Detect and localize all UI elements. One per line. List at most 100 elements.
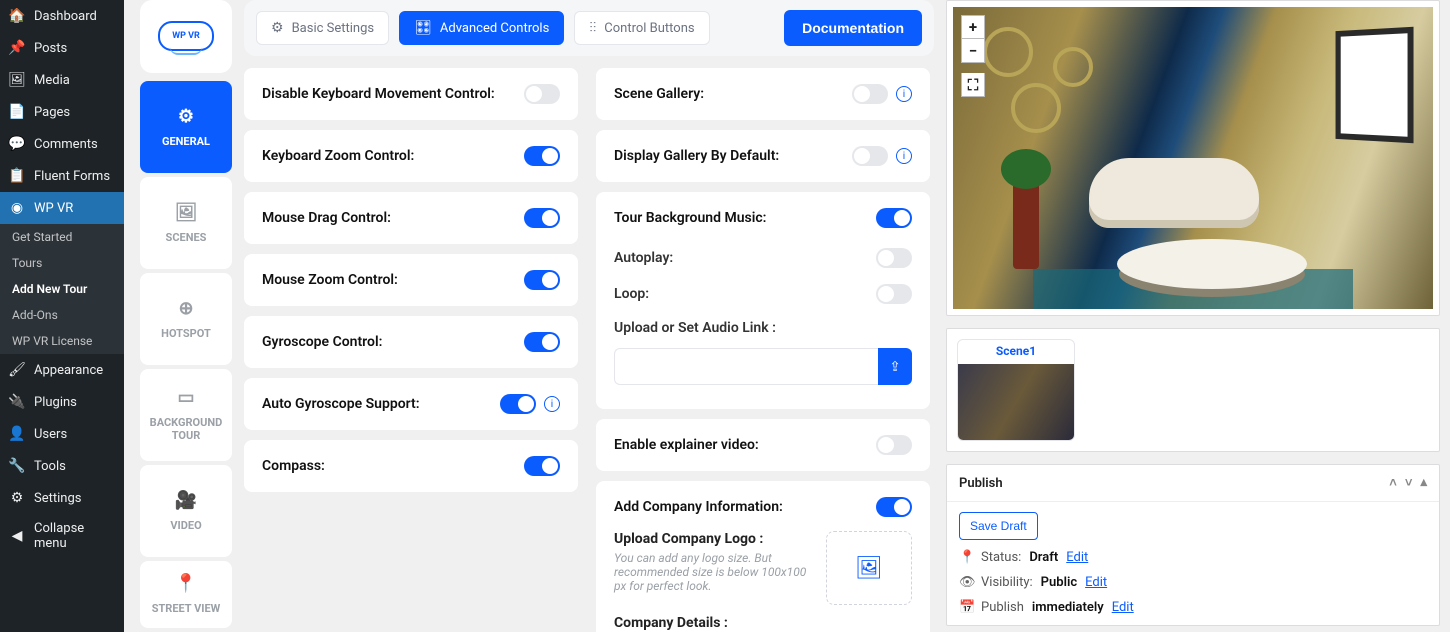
menu-pages[interactable]: 📄Pages [0, 96, 124, 128]
setting-mouse-drag: Mouse Drag Control: [244, 192, 578, 244]
submenu-add-new-tour[interactable]: Add New Tour [0, 276, 124, 302]
zoom-in-button[interactable]: + [961, 15, 985, 39]
toggle-keyboard-zoom[interactable] [524, 146, 560, 166]
menu-plugins[interactable]: 🔌Plugins [0, 386, 124, 418]
submenu-license[interactable]: WP VR License [0, 328, 124, 354]
toggle-auto-gyroscope[interactable] [500, 394, 536, 414]
eye-icon: 👁 [959, 575, 973, 590]
setting-keyboard-zoom: Keyboard Zoom Control: [244, 130, 578, 182]
menu-collapse[interactable]: ◀Collapse menu [0, 514, 124, 558]
menu-label: Appearance [34, 363, 103, 378]
menu-dashboard[interactable]: 🏠Dashboard [0, 0, 124, 32]
toggle-autoplay[interactable] [876, 248, 912, 268]
toggle-scene-gallery[interactable] [852, 84, 888, 104]
preview-decor [983, 27, 1033, 77]
vtab-general[interactable]: ⚙GENERAL [140, 81, 232, 173]
tab-advanced-controls[interactable]: 🎛Advanced Controls [399, 11, 564, 45]
edit-publish-link[interactable]: Edit [1112, 600, 1134, 615]
submenu-get-started[interactable]: Get Started [0, 224, 124, 250]
vtab-label: BACKGROUND TOUR [140, 416, 232, 442]
toggle-loop[interactable] [876, 284, 912, 304]
dashboard-icon: 🏠 [8, 7, 26, 25]
setting-display-gallery-default: Display Gallery By Default: i [596, 130, 930, 182]
vtab-street-view[interactable]: 📍STREET VIEW [140, 561, 232, 628]
toggle-mouse-drag[interactable] [524, 208, 560, 228]
menu-settings[interactable]: ⚙Settings [0, 482, 124, 514]
layers-icon: ▭ [177, 387, 194, 408]
menu-label: Comments [34, 137, 98, 152]
settings-icon: ⚙ [8, 489, 26, 507]
toggle-mouse-zoom[interactable] [524, 270, 560, 290]
edit-status-link[interactable]: Edit [1066, 550, 1088, 565]
publish-metabox: Publish ˄ ˅ ▴ Save Draft 📍 Status: Draft… [946, 464, 1440, 626]
setting-label: Upload or Set Audio Link : [614, 320, 912, 336]
tab-control-buttons[interactable]: ⫶⫶Control Buttons [574, 11, 709, 45]
edit-visibility-link[interactable]: Edit [1085, 575, 1107, 590]
chevron-down-icon[interactable]: ˅ [1405, 475, 1413, 491]
tab-label: Advanced Controls [440, 21, 549, 36]
menu-appearance[interactable]: 🖌 Appearance [0, 354, 124, 386]
preview-viewport[interactable]: + − ⛶ [953, 7, 1433, 309]
preview-decor [1013, 179, 1039, 269]
upload-logo-box[interactable]: 🖼 [826, 531, 912, 605]
vtab-hotspot[interactable]: ⊕HOTSPOT [140, 273, 232, 365]
menu-users[interactable]: 👤Users [0, 418, 124, 450]
gear-icon: ⚙ [178, 106, 194, 127]
sliders-icon: ⚙ [271, 20, 284, 36]
audio-link-input[interactable] [614, 348, 878, 385]
caret-up-icon[interactable]: ▴ [1420, 475, 1427, 491]
menu-fluent-forms[interactable]: 📋Fluent Forms [0, 160, 124, 192]
documentation-button[interactable]: Documentation [784, 10, 922, 46]
vtab-label: STREET VIEW [152, 602, 221, 615]
chevron-up-icon[interactable]: ˄ [1389, 475, 1397, 491]
zoom-out-button[interactable]: − [961, 39, 985, 63]
toggle-disable-keyboard-movement[interactable] [524, 84, 560, 104]
info-icon[interactable]: i [896, 86, 912, 102]
users-icon: 👤 [8, 425, 26, 443]
toggle-tour-bg-music[interactable] [876, 208, 912, 228]
setting-label: Enable explainer video: [614, 437, 759, 453]
toggle-company-info[interactable] [876, 497, 912, 517]
info-icon[interactable]: i [544, 396, 560, 412]
wp-admin-sidebar: 🏠Dashboard 📌Posts 🖼Media 📄Pages 💬Comment… [0, 0, 124, 632]
menu-posts[interactable]: 📌Posts [0, 32, 124, 64]
collapse-icon: ◀ [8, 527, 26, 545]
toggle-compass[interactable] [524, 456, 560, 476]
appearance-icon: 🖌 [8, 361, 26, 379]
status-value: Draft [1029, 550, 1058, 565]
menu-label: Plugins [34, 395, 77, 410]
target-icon: ⊕ [178, 298, 193, 319]
toggle-display-gallery-default[interactable] [852, 146, 888, 166]
toggle-gyroscope[interactable] [524, 332, 560, 352]
vtab-scenes[interactable]: 🖼SCENES [140, 177, 232, 269]
tools-icon: 🔧 [8, 457, 26, 475]
setting-label: Auto Gyroscope Support: [262, 396, 420, 412]
vtab-label: VIDEO [170, 519, 201, 532]
pages-icon: 📄 [8, 103, 26, 121]
vtab-video[interactable]: 🎥VIDEO [140, 465, 232, 557]
upload-audio-button[interactable]: ⇪ [878, 348, 912, 385]
save-draft-button[interactable]: Save Draft [959, 512, 1038, 540]
menu-label: Tools [34, 459, 66, 474]
menu-wp-vr[interactable]: ◉WP VR [0, 192, 124, 224]
tab-label: Control Buttons [604, 21, 694, 36]
media-icon: 🖼 [8, 71, 26, 89]
scene-card[interactable]: Scene1 [957, 339, 1075, 441]
vtab-background-tour[interactable]: ▭ BACKGROUND TOUR [140, 369, 232, 461]
tab-label: Basic Settings [292, 21, 375, 36]
menu-comments[interactable]: 💬Comments [0, 128, 124, 160]
upload-logo-description: You can add any logo size. But recommend… [614, 551, 812, 593]
fullscreen-button[interactable]: ⛶ [961, 73, 985, 97]
tour-preview: + − ⛶ [946, 0, 1440, 316]
setting-label: Keyboard Zoom Control: [262, 148, 414, 164]
setting-gyroscope: Gyroscope Control: [244, 316, 578, 368]
submenu-tours[interactable]: Tours [0, 250, 124, 276]
menu-media[interactable]: 🖼Media [0, 64, 124, 96]
submenu-addons[interactable]: Add-Ons [0, 302, 124, 328]
scene-thumbnail [958, 364, 1074, 440]
info-icon[interactable]: i [896, 148, 912, 164]
toggle-explainer-video[interactable] [876, 435, 912, 455]
setting-label: Add Company Information: [614, 499, 783, 515]
tab-basic-settings[interactable]: ⚙ Basic Settings [256, 11, 389, 45]
menu-tools[interactable]: 🔧 Tools [0, 450, 124, 482]
